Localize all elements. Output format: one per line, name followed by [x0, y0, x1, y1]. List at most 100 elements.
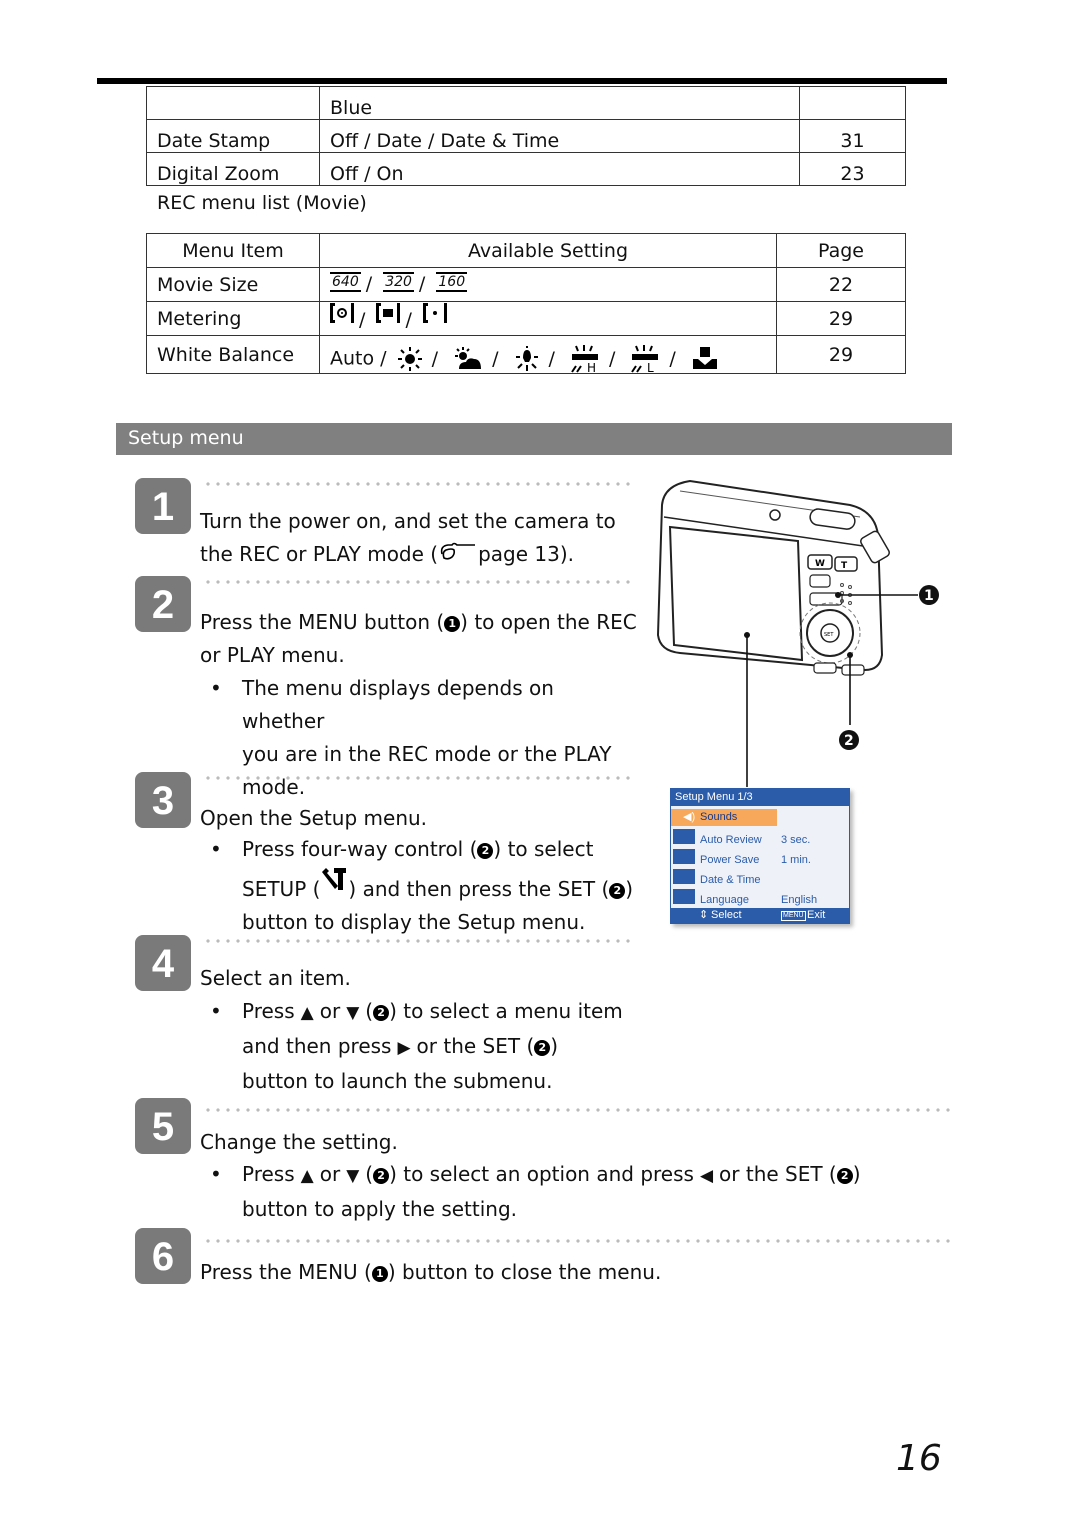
- menu-item-cell: Date Stamp: [146, 119, 320, 153]
- bullet-icon: •: [210, 837, 222, 861]
- setup-menu-screen: Setup Menu 1/3 ◀) Sounds Auto Review Pow…: [670, 788, 850, 924]
- table-row: Digital Zoom Off / On 23: [146, 152, 906, 186]
- callout-1-icon: 1: [371, 1266, 388, 1282]
- rec-movie-menu-table: Menu Item Available Setting Page Movie S…: [146, 233, 906, 374]
- daylight-icon: [397, 347, 422, 371]
- bullet-icon: •: [210, 676, 222, 700]
- callout-1: 1: [924, 588, 934, 604]
- language-icon: [673, 889, 695, 904]
- page-cell: 29: [776, 301, 906, 336]
- header-rule: [97, 78, 947, 84]
- step-3-title: Open the Setup menu.: [200, 806, 428, 830]
- header-menu-item: Menu Item: [146, 233, 320, 268]
- dotted-divider: [203, 939, 635, 943]
- step-2-bullet: • The menu displays depends on whether y…: [210, 672, 640, 804]
- menu-item-cell: Metering: [146, 301, 320, 336]
- page-cell: 22: [776, 267, 906, 302]
- down-arrow-icon: ▼: [346, 1166, 360, 1186]
- manual-wb-icon: [692, 347, 717, 369]
- wb-auto-label: Auto /: [330, 347, 387, 370]
- step-2-line-2: or PLAY menu.: [200, 643, 345, 667]
- movie-size-640-icon: 640: [330, 272, 361, 292]
- zoom-w-label: W: [815, 559, 825, 569]
- sound-icon: ◀): [683, 811, 696, 823]
- step-4-title: Select an item.: [200, 966, 351, 990]
- callout-2-icon: 2: [534, 1040, 551, 1056]
- callout-2-icon: 2: [477, 843, 494, 859]
- step-number-6: 6: [135, 1228, 191, 1284]
- step-5-title: Change the setting.: [200, 1130, 398, 1154]
- svg-text:H: H: [587, 361, 596, 373]
- tungsten-icon: [515, 346, 538, 371]
- callout-2-icon: 2: [373, 1168, 390, 1184]
- menu-item-cell: Digital Zoom: [146, 152, 320, 186]
- step-3-bullet: • Press four-way control (2) to select S…: [210, 833, 650, 939]
- step-number-2: 2: [135, 576, 191, 632]
- table-row: Metering / / 29: [146, 301, 906, 336]
- page-cell: 29: [776, 335, 906, 374]
- setting-cell: Auto / / / / H / L /: [319, 335, 777, 374]
- fluorescent-l-icon: L: [631, 345, 659, 373]
- power-save-icon: [673, 849, 695, 864]
- spot-metering-icon: [422, 303, 447, 323]
- table-row: Blue: [146, 86, 906, 120]
- header-page: Page: [776, 233, 906, 268]
- movie-size-160-icon: 160: [436, 272, 468, 292]
- step-number-4: 4: [135, 935, 191, 991]
- bullet-icon: •: [210, 999, 222, 1023]
- camera-illustration: W T SET 1 2 Setup Menu 1/3 ◀) Sounds Aut…: [650, 475, 950, 935]
- step-1-line-1: Turn the power on, and set the camera to: [200, 509, 616, 533]
- callout-2-icon: 2: [609, 883, 626, 899]
- bullet-icon: •: [210, 1162, 222, 1186]
- svg-text:SET: SET: [824, 632, 834, 638]
- setting-cell: Blue: [319, 86, 800, 120]
- page-cell: 31: [799, 119, 906, 153]
- step-number-5: 5: [135, 1098, 191, 1154]
- step-number-3: 3: [135, 772, 191, 828]
- table-row: Movie Size 640/ 320/ 160 22: [146, 267, 906, 302]
- section-title: Setup menu: [128, 427, 244, 449]
- menu-item-cell: Movie Size: [146, 267, 320, 302]
- table-row: Date Stamp Off / Date / Date & Time 31: [146, 119, 906, 153]
- setting-cell: 640/ 320/ 160: [319, 267, 777, 302]
- average-metering-icon: [376, 303, 401, 323]
- callout-1-icon: 1: [444, 616, 461, 632]
- table-row: White Balance Auto / / / / H / L / 29: [146, 335, 906, 374]
- down-arrow-icon: ▼: [346, 1003, 360, 1023]
- page-cell: [799, 86, 906, 120]
- up-arrow-icon: ▲: [300, 1003, 314, 1023]
- dotted-divider: [203, 776, 635, 780]
- step-2-title: Press the MENU button (1) to open the RE…: [200, 606, 637, 672]
- dotted-divider: [203, 580, 635, 584]
- table-header-row: Menu Item Available Setting Page: [146, 233, 906, 268]
- callout-2-icon: 2: [373, 1005, 390, 1021]
- movie-size-320-icon: 320: [383, 272, 414, 292]
- screen-item-icons: [673, 829, 695, 913]
- setup-tools-icon: [322, 868, 347, 890]
- screen-item-labels: Auto Review Power Save Date & Time Langu…: [700, 834, 762, 906]
- page-number: 16: [896, 1438, 942, 1479]
- menu-item-cell: White Balance: [146, 335, 320, 374]
- right-arrow-icon: ▶: [397, 1038, 411, 1058]
- menu-item-cell: [146, 86, 320, 120]
- screen-footer: ⇕ Select MENU Exit: [671, 908, 849, 923]
- date-time-icon: [673, 869, 695, 884]
- movie-menu-heading: REC menu list (Movie): [157, 192, 367, 214]
- dotted-divider: [203, 1239, 951, 1243]
- step-number-1: 1: [135, 478, 191, 534]
- section-header: Setup menu: [116, 423, 952, 455]
- up-arrow-icon: ▲: [300, 1166, 314, 1186]
- header-available-setting: Available Setting: [319, 233, 777, 268]
- screen-title-bar: Setup Menu 1/3: [671, 789, 849, 806]
- callout-2-icon: 2: [836, 1168, 853, 1184]
- step-1-title: Turn the power on, and set the camera to…: [200, 505, 616, 571]
- step-1-line-2: the REC or PLAY mode (page 13).: [200, 542, 575, 566]
- left-arrow-icon: ◀: [699, 1166, 714, 1186]
- auto-review-icon: [673, 829, 695, 844]
- cloudy-icon: [455, 347, 482, 369]
- screen-item-values: 3 sec. 1 min. English: [781, 834, 818, 906]
- setting-cell: Off / Date / Date & Time: [319, 119, 800, 153]
- svg-text:L: L: [647, 361, 654, 373]
- step-6-title: Press the MENU (1) button to close the m…: [200, 1260, 662, 1284]
- select-arrows-icon: ⇕: [699, 909, 709, 921]
